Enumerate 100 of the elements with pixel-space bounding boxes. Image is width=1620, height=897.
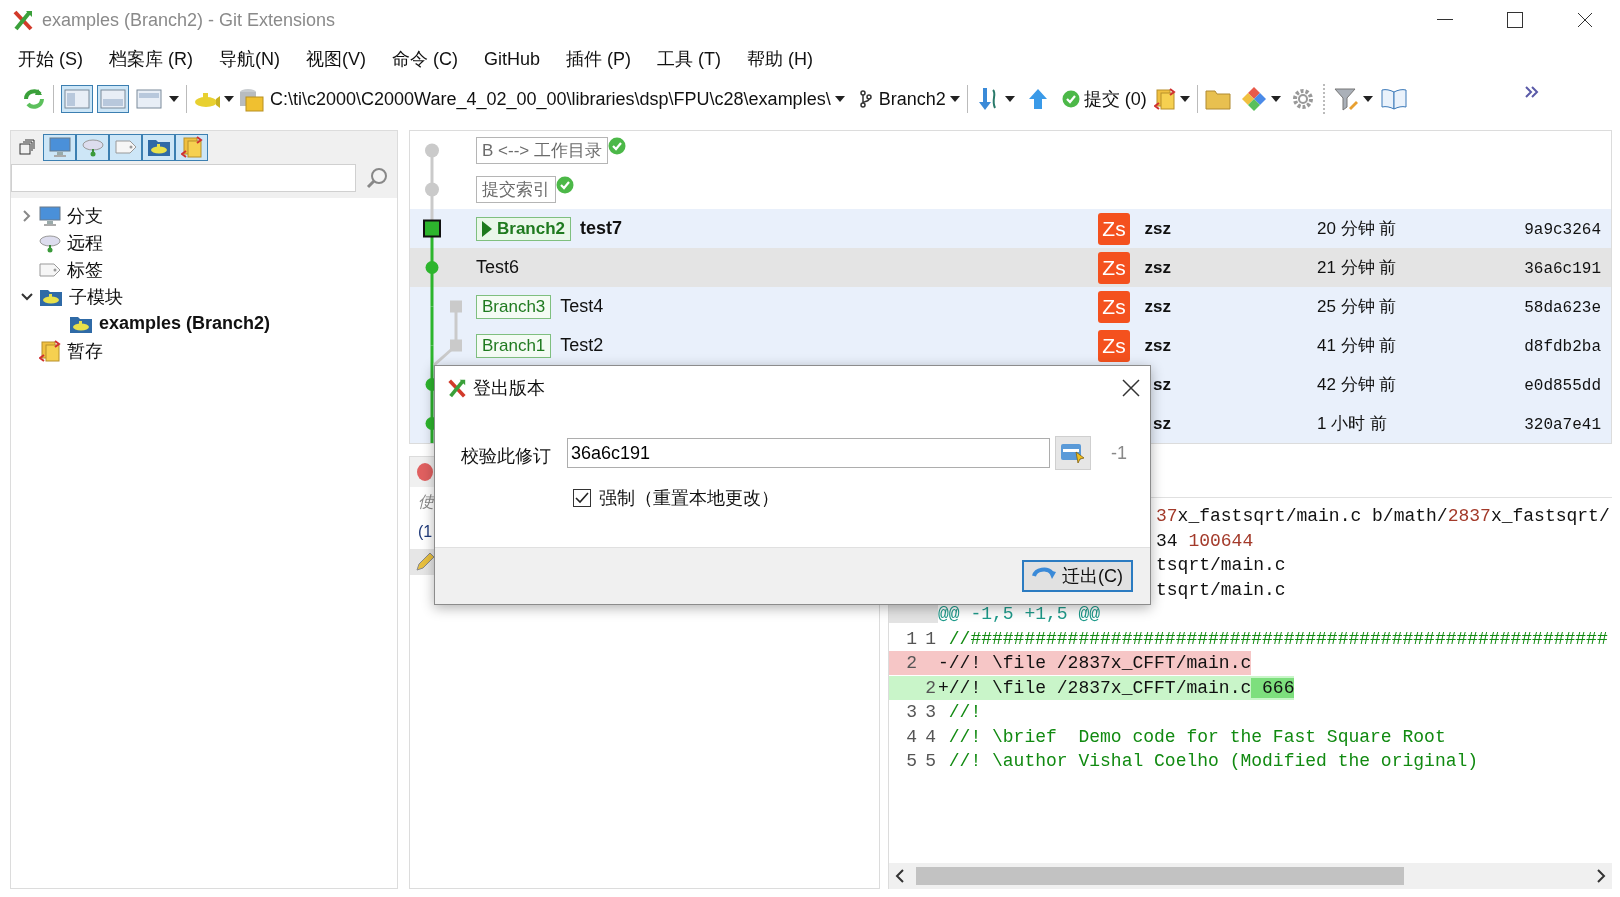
search-field[interactable] xyxy=(11,164,356,192)
code-line: //! \brief Demo code for the Fast Square Root xyxy=(947,726,1446,747)
commit-row[interactable]: Branch2 test7 Zs zsz 20 分钟 前 9a9c3264 xyxy=(410,209,1611,248)
layout-icon xyxy=(100,89,126,109)
code-line: -//! \file /2837x_CFFT/main.c xyxy=(938,653,1252,674)
settings-icon[interactable] xyxy=(1290,87,1315,111)
commit-row[interactable]: Branch3 Test4 Zs zsz 25 分钟 前 58da623e xyxy=(410,287,1611,326)
force-checkbox[interactable] xyxy=(573,489,591,507)
code-line: //########################################################### xyxy=(947,628,1608,649)
branch-tag[interactable]: Branch2 xyxy=(476,216,572,241)
logo-icon xyxy=(12,9,34,31)
branch-name: Branch1 xyxy=(482,335,546,356)
chevron-right-icon[interactable] xyxy=(21,209,33,222)
scroll-right-icon[interactable] xyxy=(1596,869,1606,883)
worktree-label: B <--> 工作目录 xyxy=(476,137,608,164)
diamond-icon[interactable] xyxy=(1240,86,1267,112)
layout-button[interactable] xyxy=(97,85,129,113)
caret-icon[interactable] xyxy=(1362,96,1373,102)
caret-icon[interactable] xyxy=(1270,96,1281,102)
horizontal-scrollbar[interactable] xyxy=(889,863,1612,889)
tree-item[interactable]: 远程 xyxy=(67,230,103,255)
tree-item[interactable]: 标签 xyxy=(67,257,103,282)
stash-icon xyxy=(1153,88,1176,110)
tag-icon xyxy=(39,261,61,278)
menu-item[interactable]: 帮助 (H) xyxy=(747,47,813,71)
refresh-icon[interactable] xyxy=(22,87,46,111)
diff-header-line: 37x_fastsqrt/main.c b/math/2837x_fastsqrt/ xyxy=(1156,506,1610,527)
close-icon[interactable] xyxy=(1122,379,1140,397)
filter-toggle[interactable] xyxy=(76,133,109,161)
cloud-icon xyxy=(39,232,61,253)
tree-item[interactable]: 子模块 xyxy=(69,284,123,309)
search-icon[interactable] xyxy=(366,167,388,189)
menu-item[interactable]: 视图(V) xyxy=(306,47,366,71)
checkout-button[interactable]: 迁出(C) xyxy=(1022,560,1133,592)
diff-header-line: tsqrt/main.c xyxy=(1156,555,1286,576)
filter-toggle[interactable] xyxy=(142,133,175,161)
cloud-icon xyxy=(81,137,104,157)
layout-button[interactable] xyxy=(61,85,93,113)
repository-path[interactable]: C:\ti\c2000\C2000Ware_4_02_00_00\libraries\dsp\FPU\c28\examples\ xyxy=(270,88,831,110)
avatar: Zs xyxy=(1098,290,1130,323)
monitor-icon xyxy=(39,205,61,226)
caret-icon[interactable] xyxy=(224,96,234,102)
collapse-icon[interactable] xyxy=(19,139,35,155)
filter-toggle[interactable] xyxy=(175,133,208,161)
offset-text: -1 xyxy=(1111,442,1127,464)
caret-icon[interactable] xyxy=(949,96,960,102)
scrollbar-thumb[interactable] xyxy=(916,867,1404,885)
tree-item[interactable]: examples (Branch2) xyxy=(99,313,271,334)
scroll-left-icon[interactable] xyxy=(895,869,905,883)
commit-message: Test2 xyxy=(560,335,604,356)
menu-item[interactable]: 导航(N) xyxy=(219,47,280,71)
tree-item[interactable]: 分支 xyxy=(67,203,103,228)
line-number: 1 xyxy=(905,628,917,649)
maximize-icon[interactable] xyxy=(1507,12,1523,28)
chevron-down-icon[interactable] xyxy=(21,290,33,303)
avatar: Zs xyxy=(1098,251,1130,284)
check-icon xyxy=(1061,90,1080,108)
menu-item[interactable]: 命令 (C) xyxy=(392,47,458,71)
commit-row[interactable]: Test6 Zs zsz 21 分钟 前 36a6c191 xyxy=(410,248,1611,287)
caret-icon[interactable] xyxy=(1004,96,1015,102)
caret-icon[interactable] xyxy=(834,96,845,102)
menu-item[interactable]: 插件 (P) xyxy=(566,47,632,71)
blob-icon[interactable] xyxy=(416,462,434,482)
browse-button[interactable] xyxy=(1055,436,1091,470)
code-line: //! \author Vishal Coelho (Modified the original) xyxy=(947,751,1479,772)
menu-item[interactable]: GitHub xyxy=(484,48,541,70)
layout-icon xyxy=(136,89,162,109)
line-number: 2 xyxy=(924,677,936,698)
filter-toggle[interactable] xyxy=(43,133,76,161)
branch-tag[interactable]: Branch1 xyxy=(476,333,552,358)
tree-item[interactable]: 暂存 xyxy=(67,338,103,363)
overflow-icon[interactable] xyxy=(1524,86,1540,98)
branch-icon xyxy=(858,90,873,108)
revision-field[interactable]: 36a6c191 xyxy=(567,438,1050,468)
menu-item[interactable]: 工具 (T) xyxy=(657,47,721,71)
branch-selector[interactable]: Branch2 xyxy=(878,88,946,110)
caret-icon[interactable] xyxy=(169,96,179,102)
commit-row[interactable]: Branch1 Test2 Zs zsz 41 分钟 前 d8fdb2ba xyxy=(410,326,1611,365)
code-line: //! xyxy=(947,702,982,723)
close-icon[interactable] xyxy=(1577,12,1593,28)
commit-button[interactable]: 提交 (0) xyxy=(1058,85,1150,113)
line-number: 2 xyxy=(905,653,917,674)
folder-icon[interactable] xyxy=(1204,88,1231,110)
menu-item[interactable]: 档案库 (R) xyxy=(109,47,193,71)
branch-name: Branch3 xyxy=(482,296,546,317)
folders-icon xyxy=(39,339,61,362)
avatar: Zs xyxy=(1098,212,1130,245)
caret-icon[interactable] xyxy=(1179,96,1190,102)
arrow-up-icon[interactable] xyxy=(1026,87,1049,111)
commit-hash: 58da623e xyxy=(1524,298,1602,317)
revision-label: 校验此修订 xyxy=(461,445,552,468)
line-number: 5 xyxy=(924,751,936,772)
check-icon xyxy=(607,137,626,155)
branch-tag[interactable]: Branch3 xyxy=(476,294,552,319)
book-icon[interactable] xyxy=(1380,88,1407,110)
dialog-title: 登出版本 xyxy=(473,377,545,400)
menu-item[interactable]: 开始 (S) xyxy=(18,47,83,71)
commit-message: Test4 xyxy=(560,296,604,317)
minimize-icon[interactable] xyxy=(1437,19,1453,21)
filter-toggle[interactable] xyxy=(109,133,142,161)
